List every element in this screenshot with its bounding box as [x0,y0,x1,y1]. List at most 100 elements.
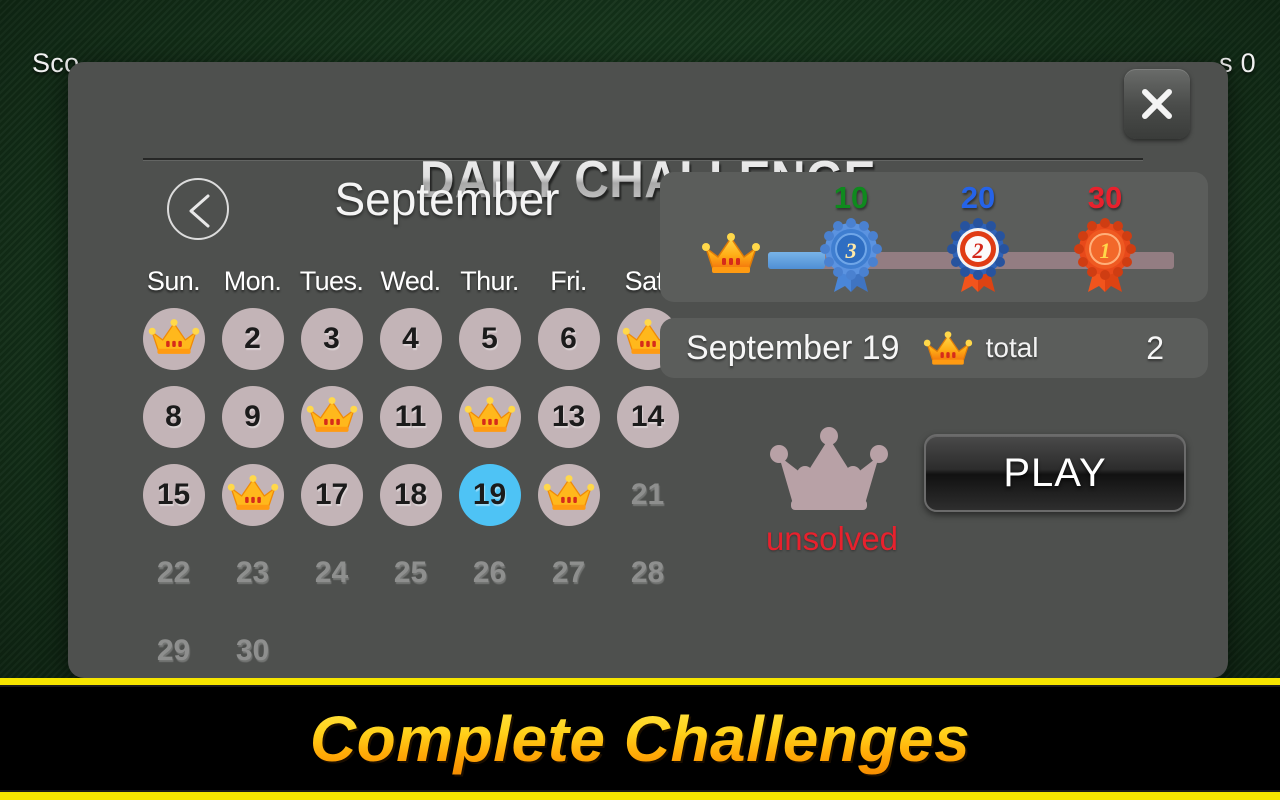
crown-outline-icon [765,420,893,525]
calendar-day-cell: 25 [371,537,450,609]
calendar-day-number: 25 [393,556,428,589]
calendar-day-12[interactable] [458,386,521,448]
calendar-day-19[interactable]: 19 [458,464,521,526]
month-label: September [334,173,560,225]
calendar-day-number: 4 [402,322,419,355]
weekday-label: Thur. [460,266,519,296]
calendar-day-cell: 6 [529,303,608,375]
status-row: unsolved PLAY [660,420,1208,557]
calendar-day-3[interactable]: 3 [300,308,363,370]
calendar-day-23: 23 [222,542,284,604]
calendar-day-15[interactable]: 15 [142,464,205,526]
total-value: 2 [1146,329,1164,366]
calendar-day-number: 9 [244,400,261,433]
milestone-10: 10 3 [806,180,896,299]
calendar-day-cell [529,459,608,531]
milestone-label: 30 [1087,180,1123,215]
close-button[interactable] [1124,69,1190,139]
calendar-day-cell [134,303,213,375]
calendar-day-cell: 30 [213,615,292,678]
calendar-day-number: 22 [156,556,191,589]
crown-icon [922,328,974,368]
calendar-day-cell [292,381,371,453]
calendar-day-6[interactable]: 6 [537,308,600,370]
reward-progress-panel: 10 3 20 2 30 1 [660,172,1208,302]
challenge-summary: 10 3 20 2 30 1 September 19 total 2 unso… [660,172,1208,557]
svg-text:2: 2 [972,238,984,263]
calendar-day-cell: 22 [134,537,213,609]
calendar-day-2[interactable]: 2 [221,308,284,370]
calendar-day-number: 6 [560,322,577,355]
calendar-day-number: 24 [314,556,349,589]
calendar-day-cell: 5 [450,303,529,375]
ad-banner[interactable]: Complete Challenges [0,685,1280,792]
calendar-day-18[interactable]: 18 [379,464,442,526]
milestone-label: 10 [833,180,869,215]
calendar-day-27: 27 [538,542,600,604]
calendar-day-4[interactable]: 4 [379,308,442,370]
total-label: total [985,332,1039,363]
calendar-day-11[interactable]: 11 [379,386,442,448]
calendar-day-number: 18 [393,478,428,511]
ad-banner-text: Complete Challenges [309,702,971,775]
calendar-day-9[interactable]: 9 [221,386,284,448]
calendar-day-5[interactable]: 5 [458,308,521,370]
crown-icon [147,316,201,363]
calendar-day-cell [450,381,529,453]
calendar-day-number: 26 [472,556,507,589]
calendar-day-cell: 11 [371,381,450,453]
calendar-day-cell: 24 [292,537,371,609]
calendar-day-16[interactable] [221,464,284,526]
svg-text:1: 1 [1100,238,1111,263]
calendar-day-number: 29 [156,634,191,667]
app-root: Sco s 0 DAILY CHALLENGE September Sun. M… [0,0,1280,800]
calendar-day-number: 5 [481,322,498,355]
calendar-day-13[interactable]: 13 [537,386,600,448]
calendar-day-number: 15 [156,478,191,511]
calendar-day-17[interactable]: 17 [300,464,363,526]
calendar-day-number: 27 [551,556,586,589]
calendar-day-cell: 28 [608,537,687,609]
calendar-week-row: 89 11 13 14 [134,381,692,453]
calendar-day-20[interactable] [537,464,600,526]
weekday-label: Mon. [223,266,282,296]
calendar-day-number: 8 [165,400,182,433]
calendar-day-30: 30 [222,620,284,678]
calendar-day-cell: 26 [450,537,529,609]
calendar-day-cell: 19 [450,459,529,531]
milestone-20: 20 2 [933,180,1023,299]
crown-icon [542,472,596,519]
calendar-day-29: 29 [143,620,205,678]
calendar-day-cell: 15 [134,459,213,531]
calendar-day-number: 13 [551,400,586,433]
prev-month-button[interactable] [167,178,229,240]
calendar-day-1[interactable] [142,308,205,370]
calendar-day-25: 25 [380,542,442,604]
calendar-day-10[interactable] [300,386,363,448]
calendar-day-cell: 2 [213,303,292,375]
svg-text:3: 3 [845,238,857,263]
calendar-day-cell: 3 [292,303,371,375]
calendar-day-number: 3 [323,322,340,355]
crown-icon [226,472,280,519]
title-divider [143,158,1143,160]
calendar-day-number: 11 [394,400,427,433]
calendar-day-26: 26 [459,542,521,604]
calendar-day-cell: 17 [292,459,371,531]
crown-icon [700,229,762,282]
calendar-day-cell [213,459,292,531]
weekday-label: Wed. [380,266,441,296]
weekday-label: Tues. [299,266,364,296]
crown-icon [305,394,359,441]
calendar-header: September [92,172,692,254]
play-button[interactable]: PLAY [924,434,1186,512]
crown-icon [463,394,517,441]
calendar-day-cell: 29 [134,615,213,678]
rosette-blue-3-icon: 3 [806,214,896,299]
milestone-30: 30 1 [1060,180,1150,299]
calendar-day-28: 28 [617,542,679,604]
calendar-day-8[interactable]: 8 [142,386,205,448]
calendar-day-cell: 18 [371,459,450,531]
calendar-day-cell: 13 [529,381,608,453]
calendar-day-cell: 8 [134,381,213,453]
